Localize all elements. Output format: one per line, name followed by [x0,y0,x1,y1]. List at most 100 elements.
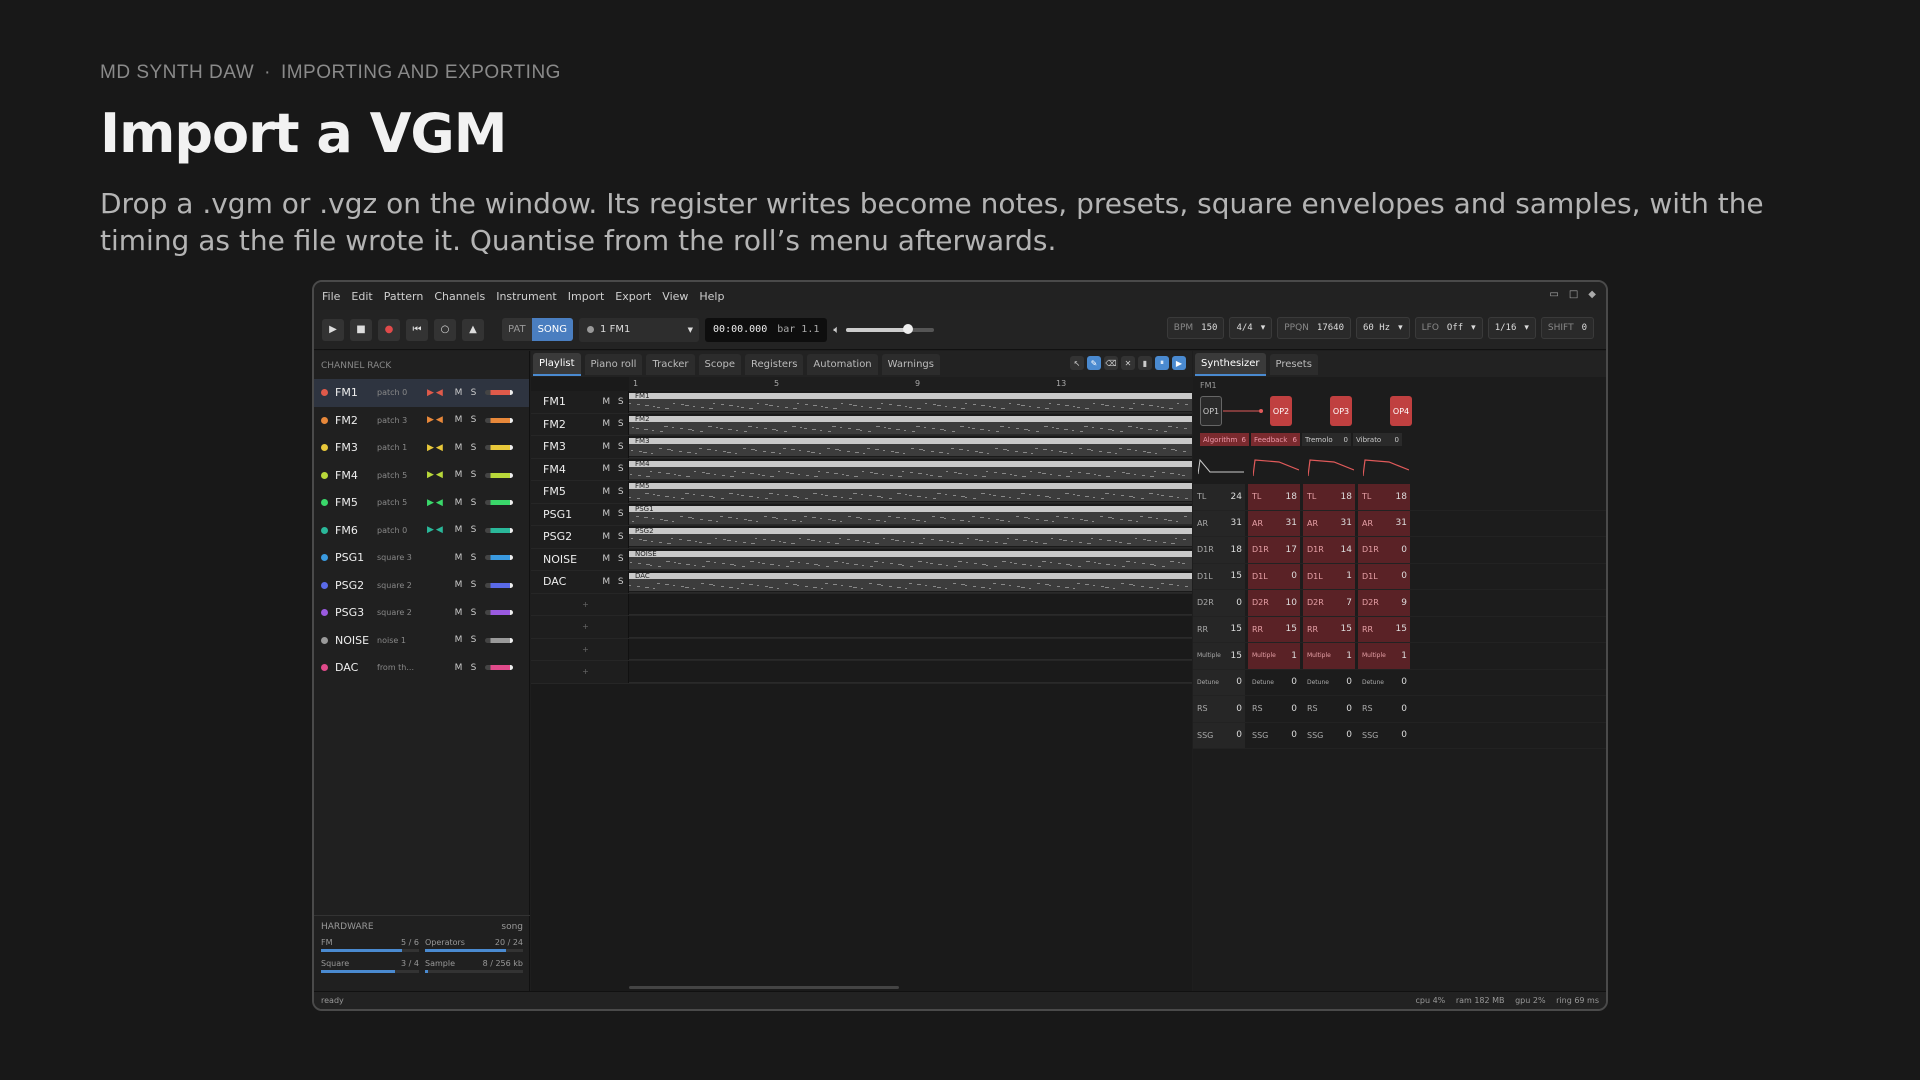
param-detune-op2[interactable]: Detune 0 [1248,670,1300,696]
mute-button[interactable]: M [451,443,466,453]
add-track-slot[interactable]: + [531,661,629,683]
param-tl-op3[interactable]: TL 18 [1303,484,1355,510]
track-solo-button[interactable]: S [614,509,628,519]
param-multiple-op4[interactable]: Multiple 1 [1358,643,1410,669]
param-ssg-op2[interactable]: SSG 0 [1248,723,1300,749]
volume-icon[interactable]: 🔈︎ [833,323,840,337]
pattern-clip[interactable]: NOISE [629,550,1192,569]
channel-row-psg1[interactable]: PSG1 square 3 MS [314,544,529,572]
channel-select[interactable]: 1 FM1 ▼ [579,317,700,342]
track-lane[interactable] [629,594,1192,615]
track-solo-button[interactable]: S [614,532,628,542]
synth-tab-presets[interactable]: Presets [1269,353,1318,375]
param-ar-op1[interactable]: AR 31 [1193,510,1245,536]
param-ppqn[interactable]: PPQN 17640 [1277,317,1351,339]
channel-row-fm6[interactable]: FM6 patch 0 ▶ ◀ M S [314,517,529,545]
solo-button[interactable]: S [466,525,481,535]
track-lane[interactable] [629,639,1192,660]
param-multiple-op2[interactable]: Multiple 1 [1248,643,1300,669]
track-header[interactable]: FM1 M S [531,391,629,413]
param-rs-op4[interactable]: RS 0 [1358,696,1410,722]
track-header[interactable]: FM2 M S [531,413,629,435]
menu-export[interactable]: Export [615,290,651,303]
solo-button[interactable]: S [466,470,481,480]
pattern-clip[interactable]: FM5 [629,482,1192,501]
mute-button[interactable]: M [451,498,466,508]
timeline-ruler[interactable]: 1 5 9 13 [629,377,1192,391]
param-rs-op3[interactable]: RS 0 [1303,696,1355,722]
track-header[interactable]: FM5 M S [531,481,629,503]
track-lane[interactable]: PSG2 [629,526,1192,548]
track-lane[interactable]: NOISE [629,549,1192,570]
channel-row-psg3[interactable]: PSG3 square 2 MS [314,599,529,627]
channel-row-fm1[interactable]: FM1 patch 0 ▶ ◀ M S [314,379,529,407]
pattern-clip[interactable]: PSG1 [629,505,1192,524]
param-ssg-op3[interactable]: SSG 0 [1303,723,1355,749]
track-lane[interactable]: FM4 [629,459,1192,480]
menu-import[interactable]: Import [568,290,605,303]
record-icon[interactable]: ● [378,318,400,341]
mute-button[interactable]: M [451,388,466,398]
menu-edit[interactable]: Edit [351,290,372,303]
track-solo-button[interactable]: S [614,464,628,474]
tab-warnings[interactable]: Warnings [881,353,940,375]
pan-left-icon[interactable]: ▶ [427,498,434,508]
add-track-slot[interactable]: + [531,616,629,638]
track-lane[interactable] [629,616,1192,638]
eraser-icon[interactable]: ⌫ [1104,356,1118,370]
solo-button[interactable]: S [466,608,481,618]
track-lane[interactable]: FM3 [629,436,1192,458]
pan-left-icon[interactable]: ▶ [427,470,434,480]
knob-tremolo[interactable]: Tremolo 0 [1302,433,1351,446]
param-lfo[interactable]: LFO Off ▾ [1414,317,1483,339]
operator-op4[interactable]: OP4 [1390,396,1412,426]
param-ssg-op4[interactable]: SSG 0 [1358,723,1410,749]
add-track-slot[interactable]: + [531,638,629,660]
pan-left-icon[interactable]: ▶ [427,525,434,535]
track-mute-button[interactable]: M [599,554,613,564]
solo-button[interactable]: S [466,498,481,508]
song-button[interactable]: SONG [531,318,574,341]
solo-button[interactable]: S [466,580,481,590]
track-header[interactable]: DAC M S [531,571,629,593]
folder-icon[interactable]: ▭ [1549,289,1558,300]
pattern-song-toggle[interactable]: PAT SONG [502,318,574,341]
param-rs-op1[interactable]: RS 0 [1193,696,1245,722]
tab-tracker[interactable]: Tracker [646,353,695,375]
param-d1r-op3[interactable]: D1R 14 [1303,537,1355,563]
param-tl-op4[interactable]: TL 18 [1358,484,1410,510]
param-d1r-op4[interactable]: D1R 0 [1358,537,1410,563]
param-rr-op1[interactable]: RR 15 [1193,616,1245,642]
pattern-clip[interactable]: FM4 [629,460,1192,479]
crumb-app[interactable]: MD SYNTH DAW [100,62,254,84]
play-icon[interactable]: ▶ [322,318,344,341]
volume-slider[interactable] [845,323,934,334]
track-mute-button[interactable]: M [599,577,613,587]
track-mute-button[interactable]: M [599,442,613,452]
menu-help[interactable]: Help [699,290,724,303]
pattern-clip[interactable]: PSG2 [629,527,1192,546]
param-rr-op2[interactable]: RR 15 [1248,616,1300,642]
param-tl-op2[interactable]: TL 18 [1248,484,1300,510]
pointer-icon[interactable]: ↖ [1070,356,1084,370]
tab-piano-roll[interactable]: Piano roll [584,353,643,375]
track-solo-button[interactable]: S [614,419,628,429]
solo-button[interactable]: S [466,663,481,673]
param-multiple-op1[interactable]: Multiple 15 [1193,643,1245,669]
mute-button[interactable]: M [451,608,466,618]
cut-icon[interactable]: ✕ [1121,356,1135,370]
channel-row-dac[interactable]: DAC from th... M S [314,654,529,682]
pin-icon[interactable]: ◆ [1588,289,1596,300]
track-lane[interactable] [629,661,1192,683]
channel-row-psg2[interactable]: PSG2 square 2 MS [314,572,529,600]
loop-icon[interactable]: ○ [434,318,456,341]
track-header[interactable]: FM3 M S [531,436,629,458]
param-ar-op2[interactable]: AR 31 [1248,510,1300,536]
horizontal-scrollbar[interactable] [629,986,899,989]
track-mute-button[interactable]: M [599,419,613,429]
param-select-5[interactable]: 1/16 ▾ [1487,317,1536,339]
menu-instrument[interactable]: Instrument [496,290,557,303]
crumb-section[interactable]: IMPORTING AND EXPORTING [281,62,561,84]
mute-button[interactable]: M [451,553,466,563]
param-ar-op4[interactable]: AR 31 [1358,510,1410,536]
